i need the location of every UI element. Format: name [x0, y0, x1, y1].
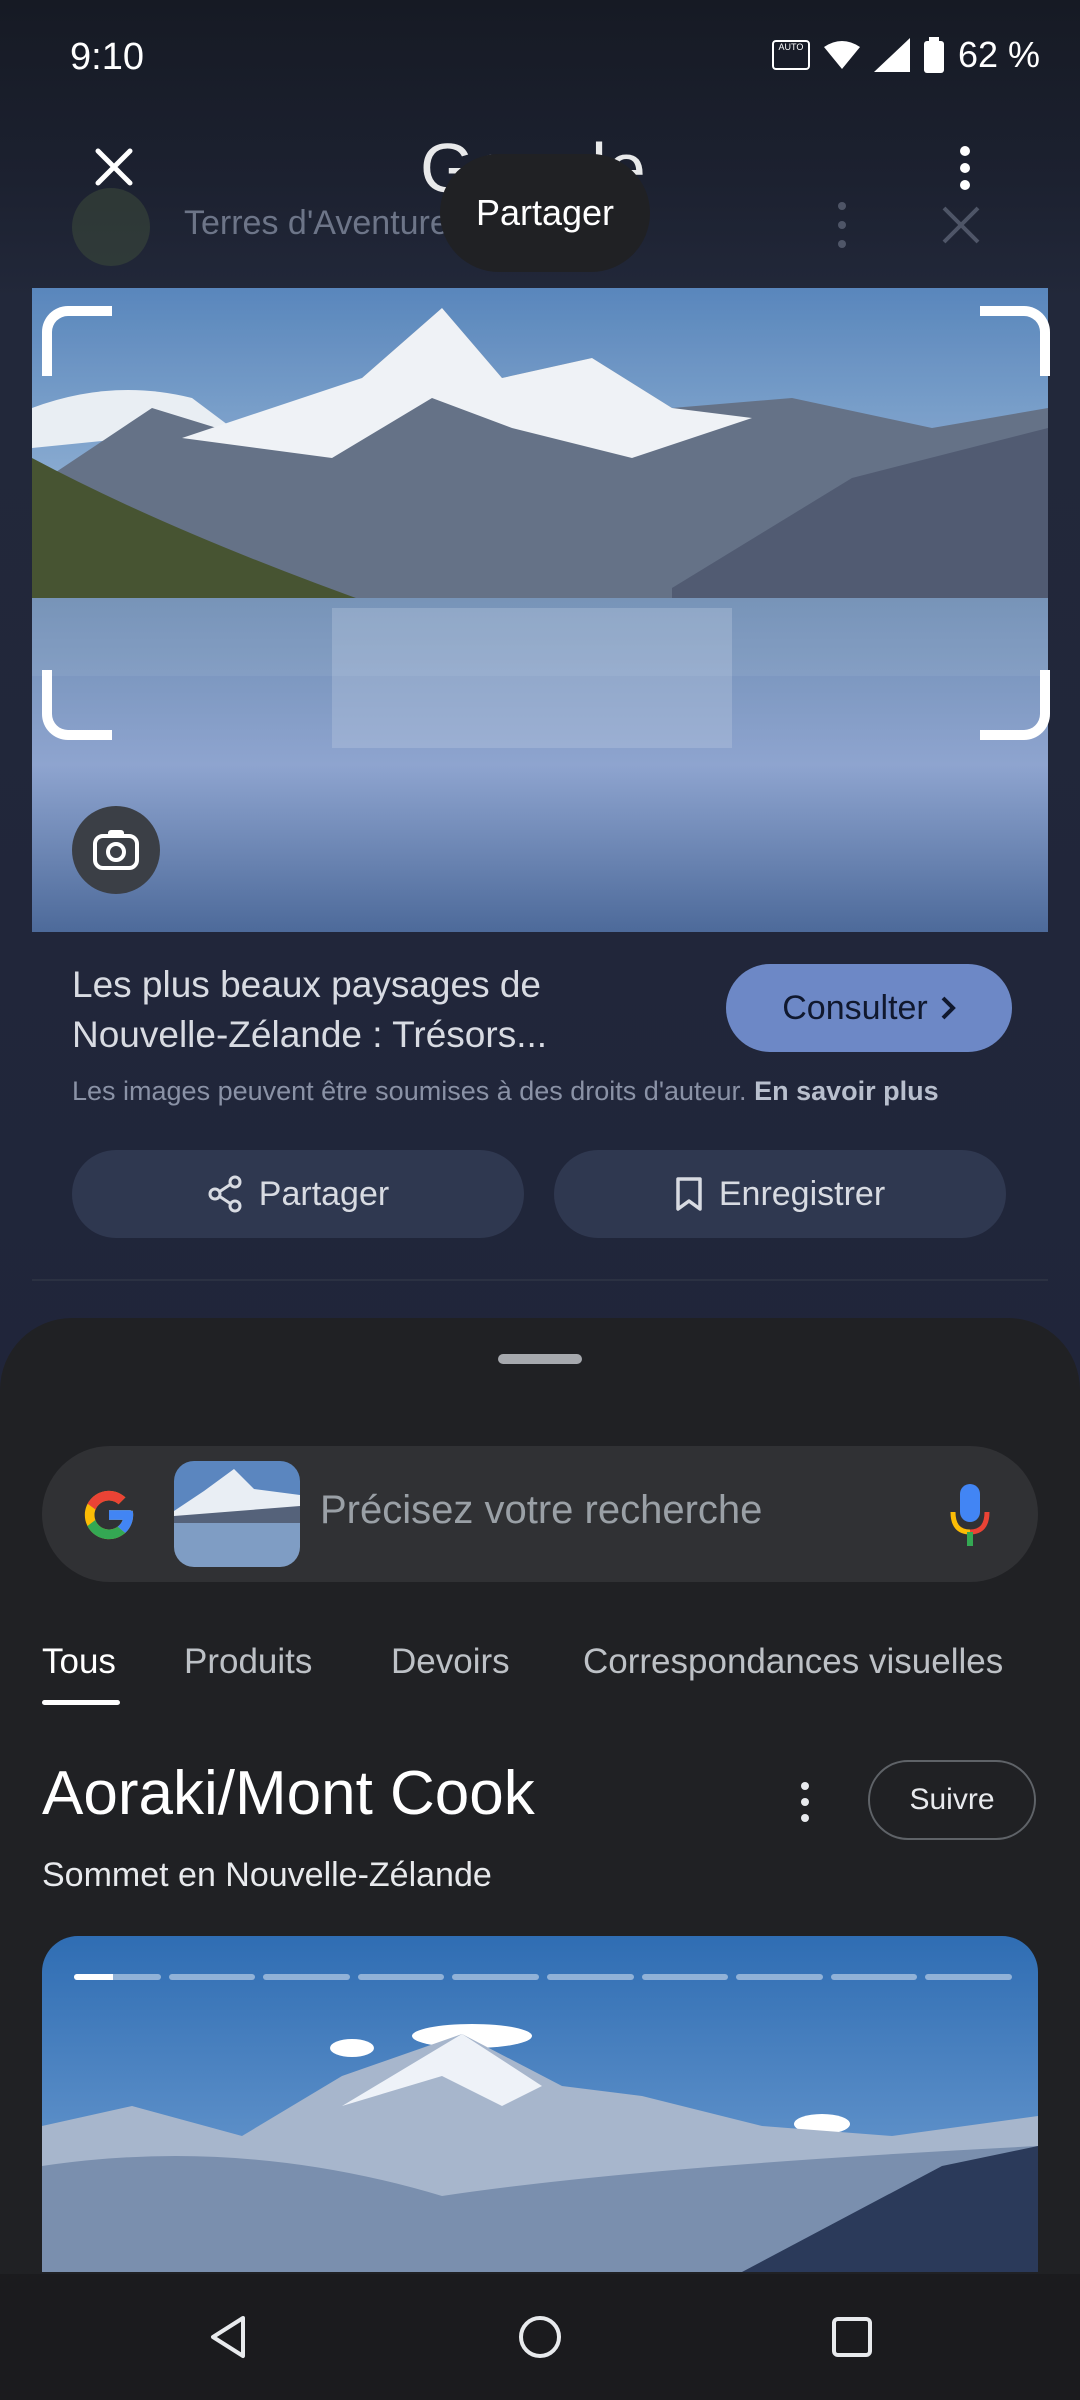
image-viewer-background: 9:10 AUTO 62 % Google Terres d'Aventure: [0, 0, 1080, 1420]
story-progress-segment: [830, 1974, 918, 1980]
results-bottom-sheet[interactable]: Précisez votre recherche Tous Produits D…: [0, 1318, 1080, 2400]
battery-percent: 62 %: [957, 34, 1040, 75]
story-progress-bar: [74, 1974, 1012, 1980]
crop-corner-bottom-left[interactable]: [42, 670, 112, 740]
share-tooltip: Partager: [440, 154, 650, 272]
story-progress-segment: [546, 1974, 634, 1980]
learn-more-link[interactable]: En savoir plus: [754, 1076, 939, 1106]
site-favicon: [72, 188, 150, 266]
story-progress-segment: [168, 1974, 256, 1980]
more-vert-icon[interactable]: [798, 1780, 812, 1824]
chevron-right-icon: [941, 996, 956, 1020]
thumbnail-image: [174, 1461, 300, 1567]
knowledge-panel-story-image[interactable]: [42, 1936, 1038, 2272]
battery-icon: [923, 37, 944, 73]
selected-image[interactable]: [32, 288, 1048, 932]
knowledge-panel-subtitle: Sommet en Nouvelle-Zélande: [42, 1856, 492, 1894]
mic-icon[interactable]: [950, 1482, 990, 1548]
wifi-icon: [823, 41, 860, 69]
recents-square-icon[interactable]: [827, 2312, 877, 2362]
site-menu-icon[interactable]: [832, 200, 852, 250]
mountain-lake-image: [32, 288, 1048, 932]
share-icon: [208, 1175, 242, 1213]
copyright-notice: Les images peuvent être soumises à des d…: [72, 1076, 939, 1106]
follow-button[interactable]: Suivre: [868, 1760, 1036, 1840]
knowledge-panel-title: Aoraki/Mont Cook: [42, 1759, 535, 1828]
sheet-drag-handle[interactable]: [498, 1354, 582, 1364]
site-close-icon[interactable]: [938, 202, 984, 248]
active-tab-indicator: [42, 1700, 120, 1705]
aoraki-mountain-image: [42, 1936, 1038, 2272]
source-site-name[interactable]: Terres d'Aventure: [184, 204, 449, 243]
tab-devoirs[interactable]: Devoirs: [391, 1642, 510, 1682]
bookmark-icon: [676, 1177, 702, 1211]
query-image-thumbnail[interactable]: [174, 1461, 300, 1567]
story-progress-segment: [925, 1974, 1012, 1980]
auto-brightness-icon: AUTO: [771, 40, 810, 70]
status-bar: 9:10 AUTO 62 %: [0, 0, 1080, 120]
crop-corner-top-right[interactable]: [980, 306, 1050, 376]
story-progress-fill: [74, 1974, 113, 1980]
status-time: 9:10: [70, 36, 144, 78]
tab-tous[interactable]: Tous: [42, 1642, 116, 1682]
tab-produits[interactable]: Produits: [184, 1642, 312, 1682]
story-progress-segment: [74, 1974, 161, 1980]
divider: [32, 1279, 1048, 1281]
status-icons: AUTO 62 %: [771, 34, 1040, 76]
lens-camera-icon: [93, 830, 139, 870]
crop-corner-top-left[interactable]: [42, 306, 112, 376]
search-bar[interactable]: Précisez votre recherche: [42, 1446, 1038, 1582]
story-progress-segment: [452, 1974, 539, 1980]
home-circle-icon[interactable]: [515, 2312, 565, 2362]
tab-correspondances-visuelles[interactable]: Correspondances visuelles: [583, 1642, 1003, 1682]
google-g-icon: [84, 1490, 134, 1540]
consult-button[interactable]: Consulter: [726, 964, 1012, 1052]
search-input[interactable]: Précisez votre recherche: [320, 1488, 762, 1533]
save-button[interactable]: Enregistrer: [554, 1150, 1006, 1238]
story-progress-segment: [736, 1974, 823, 1980]
result-tabs: Tous Produits Devoirs Correspondances vi…: [0, 1628, 1080, 1708]
lens-search-button[interactable]: [72, 806, 160, 894]
crop-corner-bottom-right[interactable]: [980, 670, 1050, 740]
back-triangle-icon[interactable]: [203, 2312, 253, 2362]
system-nav-bar: [0, 2274, 1080, 2400]
share-button[interactable]: Partager: [72, 1150, 524, 1238]
story-progress-segment: [357, 1974, 445, 1980]
signal-icon: [873, 38, 910, 72]
story-progress-segment: [263, 1974, 350, 1980]
story-progress-segment: [641, 1974, 729, 1980]
result-title[interactable]: Les plus beaux paysages de Nouvelle-Zéla…: [72, 960, 652, 1060]
